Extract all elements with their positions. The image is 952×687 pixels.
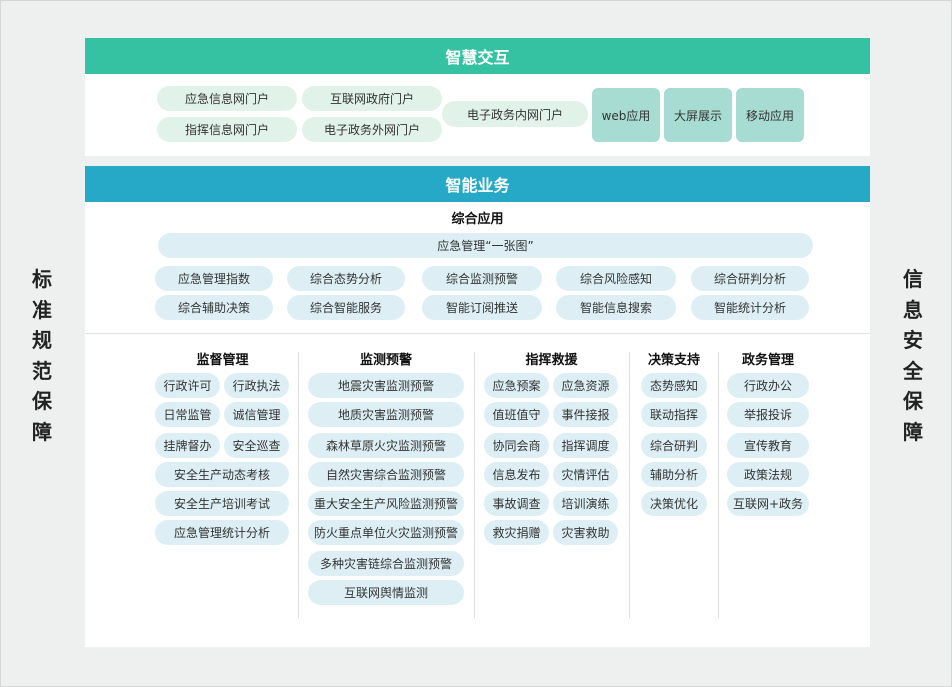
portal-egov-internal: 电子政务内网门户 <box>442 101 588 127</box>
supervision-item: 安全巡查 <box>224 433 289 458</box>
portal-emergency-info: 应急信息网门户 <box>157 86 297 111</box>
affairs-item: 举报投诉 <box>727 402 809 427</box>
supervision-item: 安全生产培训考试 <box>155 491 289 516</box>
rescue-item: 事故调查 <box>484 491 549 516</box>
supervision-heading: 监督管理 <box>196 353 249 368</box>
supervision-item: 诚信管理 <box>224 402 289 427</box>
comp-item-index: 应急管理指数 <box>155 266 273 291</box>
monitoring-item: 自然灾害综合监测预警 <box>308 462 464 487</box>
rescue-item: 协同会商 <box>484 433 549 458</box>
decision-item: 综合研判 <box>641 433 707 458</box>
affairs-item: 行政办公 <box>727 373 809 398</box>
affairs-item: 宣传教育 <box>727 433 809 458</box>
rescue-item: 应急资源 <box>553 373 618 398</box>
comp-item-search: 智能信息搜索 <box>556 295 676 320</box>
business-banner: 智能业务 <box>85 166 870 202</box>
rescue-item: 信息发布 <box>484 462 549 487</box>
monitoring-item: 地震灾害监测预警 <box>308 373 464 398</box>
rescue-item: 培训演练 <box>553 491 618 516</box>
supervision-item: 日常监管 <box>155 402 220 427</box>
decision-heading: 决策支持 <box>647 353 700 368</box>
monitoring-item: 多种灾害链综合监测预警 <box>308 551 464 576</box>
comp-item-statistics: 智能统计分析 <box>691 295 809 320</box>
comp-item-risk: 综合风险感知 <box>556 266 676 291</box>
comp-item-subscribe: 智能订阅推送 <box>422 295 542 320</box>
supervision-item: 行政许可 <box>155 373 220 398</box>
rescue-item: 救灾捐赠 <box>484 520 549 545</box>
affairs-item: 互联网+政务 <box>727 491 809 516</box>
one-map-banner: 应急管理“一张图” <box>158 233 813 258</box>
tile-big-screen: 大屏展示 <box>664 88 732 142</box>
column-divider <box>474 352 475 618</box>
side-label-standards: 标 准 规 范 保 障 <box>32 267 52 444</box>
column-divider <box>718 352 719 618</box>
interaction-banner: 智慧交互 <box>85 38 870 74</box>
decision-item: 态势感知 <box>641 373 707 398</box>
tile-web-app: web应用 <box>592 88 660 142</box>
monitoring-item: 重大安全生产风险监测预警 <box>308 491 464 516</box>
portal-egov-external: 电子政务外网门户 <box>302 117 442 142</box>
rescue-item: 值班值守 <box>484 402 549 427</box>
comp-item-monitoring: 综合监测预警 <box>422 266 542 291</box>
portal-command-info: 指挥信息网门户 <box>157 117 297 142</box>
comp-item-decision: 综合辅助决策 <box>155 295 273 320</box>
decision-item: 辅助分析 <box>641 462 707 487</box>
rescue-item: 指挥调度 <box>553 433 618 458</box>
supervision-item: 挂牌督办 <box>155 433 220 458</box>
portal-internet-gov: 互联网政府门户 <box>302 86 442 111</box>
tile-mobile-app: 移动应用 <box>736 88 804 142</box>
column-divider <box>298 352 299 618</box>
side-label-security: 信 息 安 全 保 障 <box>903 267 923 444</box>
affairs-item: 政策法规 <box>727 462 809 487</box>
decision-item: 联动指挥 <box>641 402 707 427</box>
supervision-item: 安全生产动态考核 <box>155 462 289 487</box>
monitoring-item: 森林草原火灾监测预警 <box>308 433 464 458</box>
rescue-item: 灾害救助 <box>553 520 618 545</box>
monitoring-item: 地质灾害监测预警 <box>308 402 464 427</box>
comp-item-situation: 综合态势分析 <box>287 266 405 291</box>
comp-item-service: 综合智能服务 <box>287 295 405 320</box>
comprehensive-heading: 综合应用 <box>451 212 504 227</box>
column-divider <box>629 352 630 618</box>
rescue-item: 应急预案 <box>484 373 549 398</box>
rescue-heading: 指挥救援 <box>525 353 578 368</box>
rescue-item: 灾情评估 <box>553 462 618 487</box>
monitoring-heading: 监测预警 <box>359 353 412 368</box>
section-divider <box>85 333 870 334</box>
supervision-item: 应急管理统计分析 <box>155 520 289 545</box>
rescue-item: 事件接报 <box>553 402 618 427</box>
comp-item-analysis: 综合研判分析 <box>691 266 809 291</box>
monitoring-item: 防火重点单位火灾监测预警 <box>308 520 464 545</box>
monitoring-item: 互联网舆情监测 <box>308 580 464 605</box>
decision-item: 决策优化 <box>641 491 707 516</box>
affairs-heading: 政务管理 <box>741 353 794 368</box>
supervision-item: 行政执法 <box>224 373 289 398</box>
